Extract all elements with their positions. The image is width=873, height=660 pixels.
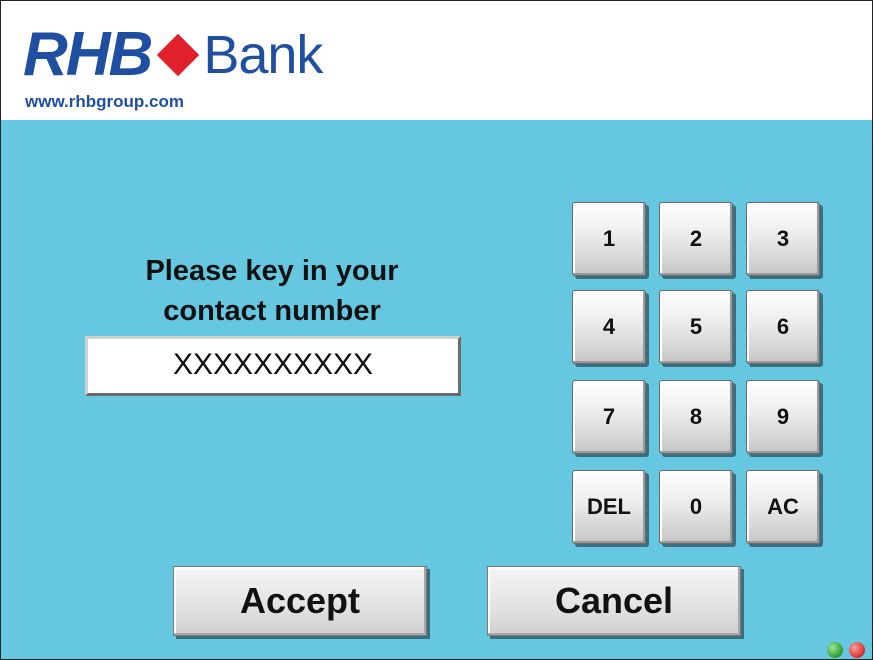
main-panel: Please key in your contact number XXXXXX… (1, 120, 872, 659)
rhb-bank-logo: RHB Bank (23, 19, 323, 91)
atm-screen-frame: RHB Bank www.rhbgroup.com Please key in … (0, 0, 873, 660)
key-6[interactable]: 6 (746, 290, 820, 364)
key-2[interactable]: 2 (659, 202, 733, 276)
key-8[interactable]: 8 (659, 380, 733, 454)
red-status-light-icon (849, 642, 865, 658)
logo-bank-text: Bank (203, 25, 323, 85)
key-7[interactable]: 7 (572, 380, 646, 454)
prompt-line-1: Please key in your (145, 255, 399, 287)
diamond-logo-icon (157, 33, 200, 77)
key-4[interactable]: 4 (572, 290, 646, 364)
key-1[interactable]: 1 (572, 202, 646, 276)
cancel-button[interactable]: Cancel (487, 566, 741, 636)
key-3[interactable]: 3 (746, 202, 820, 276)
green-status-light-icon (827, 642, 843, 658)
key-9[interactable]: 9 (746, 380, 820, 454)
key-ac[interactable]: AC (746, 470, 820, 544)
key-5[interactable]: 5 (659, 290, 733, 364)
prompt-line-2: contact number (163, 295, 381, 327)
contact-number-field[interactable]: XXXXXXXXXX (85, 336, 461, 396)
key-0[interactable]: 0 (659, 470, 733, 544)
header: RHB Bank www.rhbgroup.com (1, 1, 872, 120)
contact-number-prompt: Please key in your contact number (91, 251, 453, 331)
logo-rhb-text: RHB (23, 20, 153, 89)
accept-button[interactable]: Accept (173, 566, 427, 636)
key-del[interactable]: DEL (572, 470, 646, 544)
website-url: www.rhbgroup.com (25, 92, 184, 111)
